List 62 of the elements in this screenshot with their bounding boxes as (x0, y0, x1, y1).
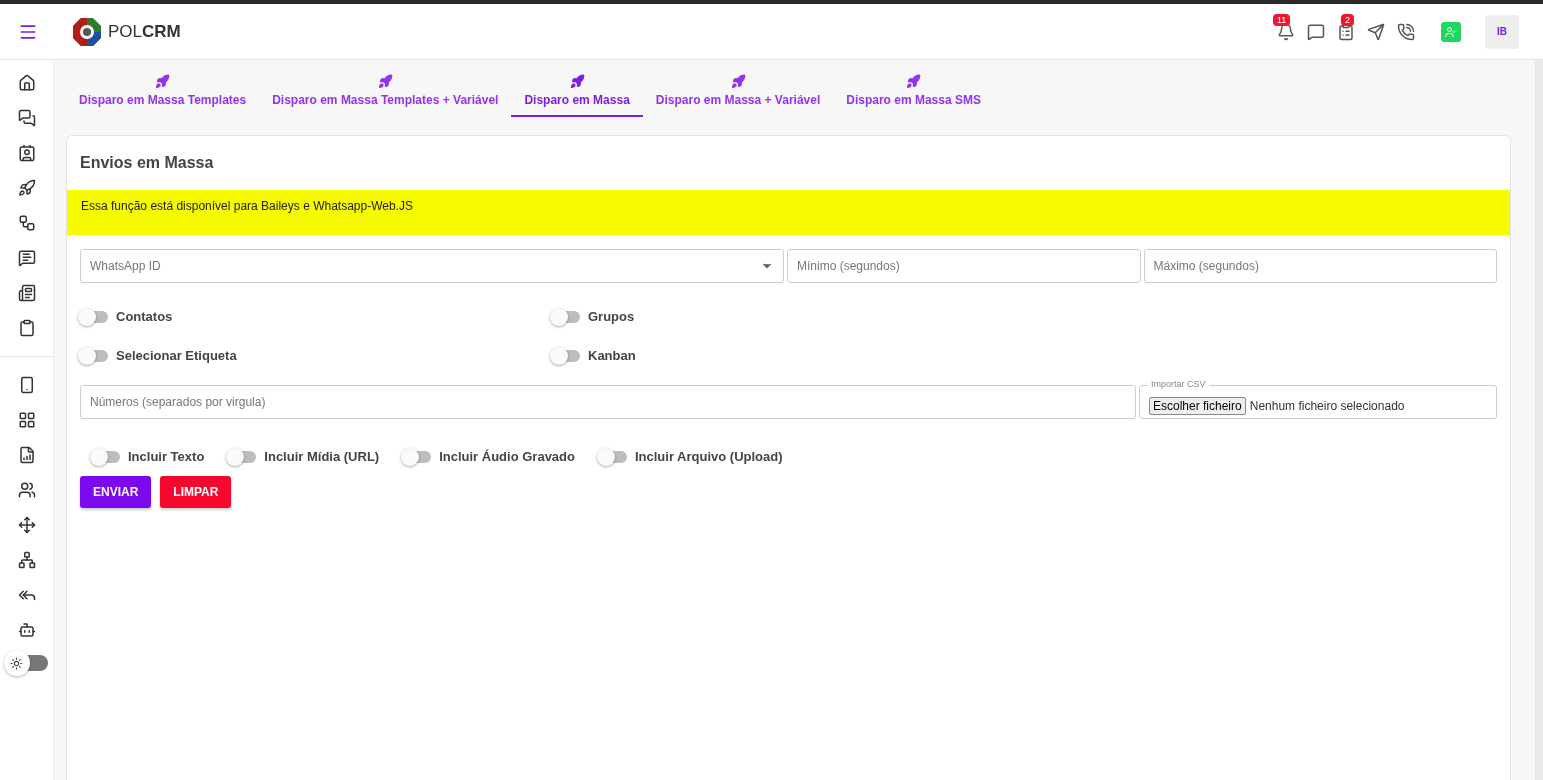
user-avatar[interactable]: IB (1485, 14, 1519, 49)
toggle-switch[interactable] (403, 450, 432, 463)
notification-badge: 11 (1273, 13, 1291, 26)
toggle-label: Contatos (116, 309, 173, 324)
group-icon[interactable] (17, 481, 36, 499)
toggle-switch[interactable] (552, 310, 580, 323)
task-badge: 2 (1341, 13, 1354, 26)
rocket-icon (155, 74, 171, 89)
notice-banner: Essa função está disponível para Baileys e Whatsapp-Web.JS (67, 190, 1510, 235)
contact-card-icon[interactable] (17, 144, 36, 162)
toggle-label: Grupos (588, 309, 635, 324)
rocket-icon (906, 74, 922, 89)
logo-text: POLCRM (108, 21, 181, 42)
report-icon[interactable] (17, 446, 36, 464)
card-title: Envios em Massa (79, 153, 215, 173)
numbers-field[interactable]: Números (separados por virgula) (80, 385, 1136, 419)
theme-toggle[interactable] (3, 650, 50, 676)
chat-icon[interactable] (1307, 22, 1325, 41)
toggle-label: Incluir Texto (128, 449, 205, 464)
toggle-switch[interactable] (80, 310, 108, 323)
chat-icon[interactable] (17, 249, 36, 267)
home-icon[interactable] (17, 74, 36, 92)
network-icon[interactable] (17, 551, 36, 569)
rocket-icon (569, 74, 585, 89)
dashboard-icon[interactable] (17, 411, 36, 429)
toggle-switch[interactable] (598, 450, 627, 463)
toggle-switch[interactable] (552, 349, 580, 362)
rocket-icon[interactable] (17, 179, 36, 197)
tab[interactable]: Disparo em Massa Templates + Variável (259, 72, 512, 117)
logo-icon (72, 16, 102, 47)
toggle-label: Kanban (588, 348, 636, 363)
action-button[interactable]: ENVIAR (80, 476, 152, 508)
action-button[interactable]: LIMPAR (160, 476, 232, 508)
tab[interactable]: Disparo em Massa SMS (833, 72, 994, 117)
bell-icon[interactable] (1277, 22, 1295, 41)
toggle-label: Incluir Arquivo (Upload) (634, 449, 783, 464)
robot-icon[interactable] (17, 621, 36, 639)
minimum-field[interactable]: Mínimo (segundos) (787, 249, 1141, 283)
toggle-switch[interactable] (228, 450, 257, 463)
phone-icon[interactable] (1397, 22, 1415, 41)
toggle-switch[interactable] (80, 349, 108, 362)
whatsapp-select[interactable]: WhatsApp ID (80, 249, 784, 283)
tab[interactable]: Disparo em Massa (511, 72, 643, 117)
task-list-icon[interactable] (1337, 22, 1355, 41)
tab[interactable]: Disparo em Massa Templates (66, 72, 260, 117)
toggle-label: Selecionar Etiqueta (116, 348, 237, 363)
toggle-label: Incluir Mídia (URL) (264, 449, 380, 464)
maximum-field[interactable]: Máximo (segundos) (1143, 249, 1497, 283)
rocket-icon (377, 74, 393, 89)
toggle-switch[interactable] (92, 450, 120, 463)
toggle-label: Incluir Áudio Gravado (439, 449, 575, 464)
send-icon[interactable] (1367, 22, 1385, 41)
clipboard-icon[interactable] (17, 319, 36, 337)
choose-file-button[interactable]: Escolher ficheiro (1149, 397, 1246, 415)
file-status: Nenhum ficheiro selecionado (1249, 399, 1405, 413)
arrows-icon[interactable] (17, 516, 36, 534)
sun-icon (10, 656, 23, 670)
chat-icon[interactable] (17, 109, 36, 127)
newspaper-icon[interactable] (17, 284, 36, 302)
tab[interactable]: Disparo em Massa + Variável (642, 72, 834, 117)
rocket-icon (730, 74, 746, 89)
field-label: Importar CSV (1148, 379, 1209, 389)
